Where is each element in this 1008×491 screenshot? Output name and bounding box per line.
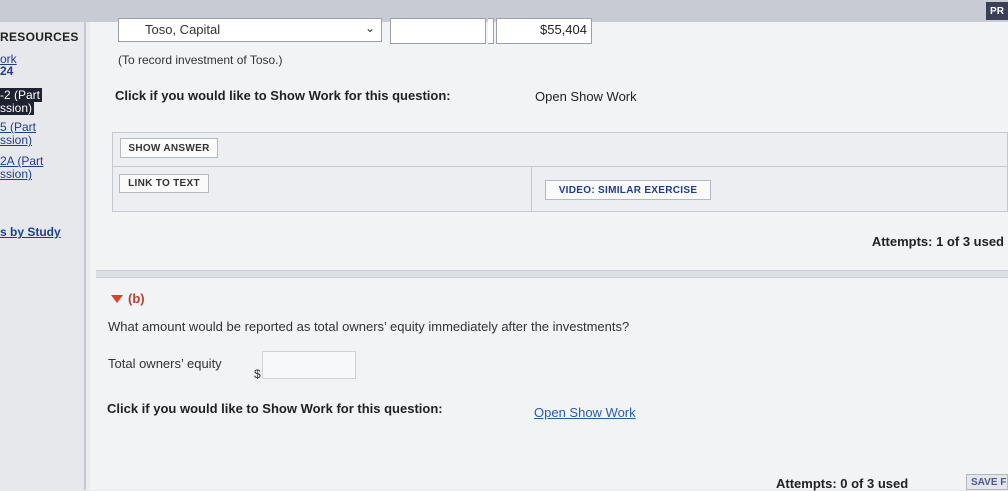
video-similar-exercise-button[interactable]: VIDEO: SIMILAR EXERCISE (545, 180, 711, 200)
sidebar-item-active-part[interactable]: -2 (Part (0, 88, 43, 102)
sidebar-item-by-study[interactable]: s by Study (0, 226, 61, 238)
sidebar-item-24[interactable]: 24 (0, 65, 13, 77)
part-b-question: What amount would be reported as total o… (108, 319, 630, 334)
section-divider (96, 270, 1008, 278)
help-resources-box (112, 132, 1008, 212)
part-b-label[interactable]: (b) (128, 291, 145, 306)
account-select[interactable]: Toso, Capital ⌄ (118, 18, 382, 42)
total-owners-equity-input[interactable] (262, 351, 356, 379)
sidebar-item-2a-session[interactable]: ssion) (0, 168, 32, 180)
save-button[interactable]: SAVE F (966, 474, 1008, 490)
sidebar-item-2a-part[interactable]: 2A (Part (0, 155, 43, 167)
open-show-work-link[interactable]: Open Show Work (535, 89, 637, 104)
total-owners-equity-label: Total owners’ equity (108, 356, 222, 371)
caret-down-icon[interactable] (111, 295, 123, 303)
credit-amount-input[interactable]: $55,404 (496, 18, 592, 44)
account-select-value: Toso, Capital (145, 22, 221, 37)
entry-note: (To record investment of Toso.) (118, 53, 283, 67)
debit-input[interactable] (390, 18, 486, 44)
sidebar-item-5-part[interactable]: 5 (Part (0, 121, 36, 133)
resources-heading: RESOURCES (0, 30, 79, 44)
link-to-text-button[interactable]: LINK TO TEXT (119, 174, 209, 193)
attempts-counter-a: Attempts: 1 of 3 used (871, 234, 1004, 249)
attempts-counter-b: Attempts: 0 of 3 used (776, 476, 909, 491)
divider (531, 166, 532, 212)
debit-input-edge (488, 18, 494, 44)
show-work-prompt-b: Click if you would like to Show Work for… (107, 401, 443, 416)
currency-symbol: $ (254, 367, 261, 381)
show-answer-button[interactable]: SHOW ANSWER (120, 138, 218, 158)
show-work-prompt: Click if you would like to Show Work for… (115, 88, 451, 103)
chevron-down-icon: ⌄ (364, 21, 375, 35)
sidebar-item-active-session[interactable]: ssion) (0, 101, 35, 115)
divider (112, 166, 1008, 167)
open-show-work-link-b[interactable]: Open Show Work (534, 405, 636, 420)
sidebar-item-5-session[interactable]: ssion) (0, 134, 32, 146)
pr-button[interactable]: PR (986, 2, 1008, 20)
